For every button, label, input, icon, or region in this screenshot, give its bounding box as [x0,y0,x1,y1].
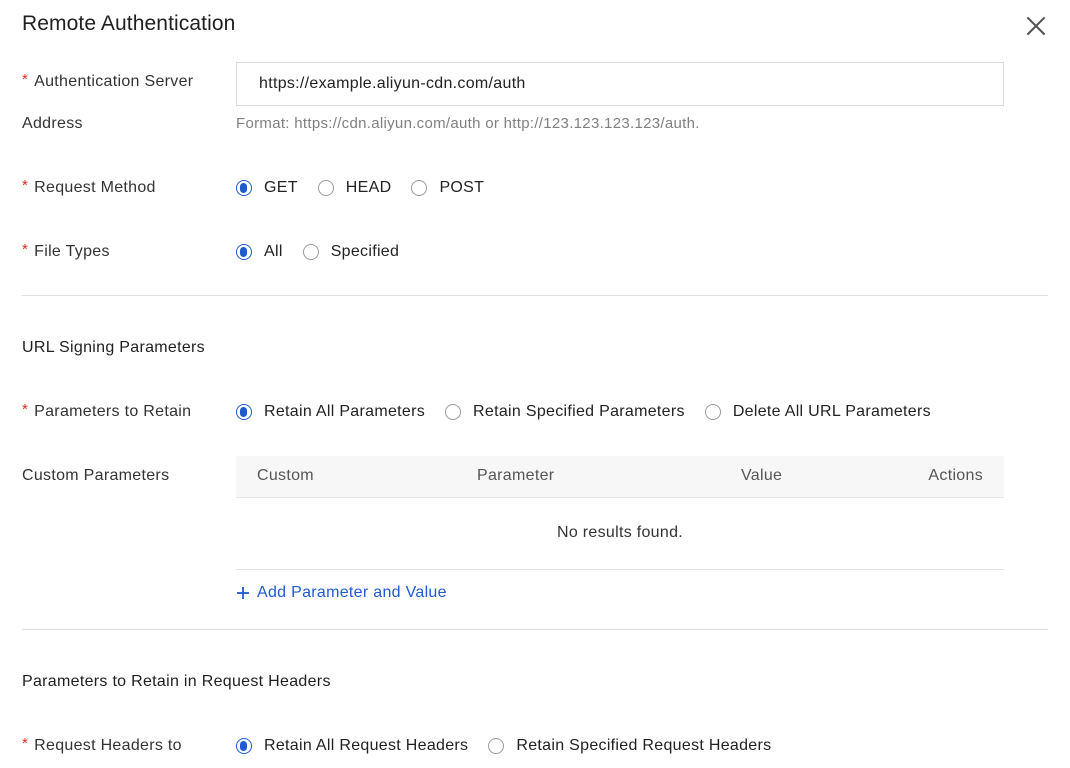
radio-retain-all-parameters[interactable]: Retain All Parameters [236,403,425,421]
dialog-title: Remote Authentication [22,12,236,35]
remote-authentication-dialog: Remote Authentication * Authentication Se… [0,0,1070,768]
add-parameter-label: Add Parameter and Value [257,584,447,601]
required-mark: * [22,241,29,258]
request-headers-section-title: Parameters to Retain in Request Headers [22,673,331,690]
radio-specified[interactable]: Specified [302,243,400,261]
url-signing-section-title: URL Signing Parameters [22,339,205,356]
radio-unchecked-icon [302,244,319,260]
required-mark: * [22,401,29,418]
radio-checked-icon [236,738,252,754]
request-headers-label: * Request Headers to [22,735,182,754]
radio-checked-icon [236,244,252,260]
required-mark: * [22,735,29,752]
empty-state-text: No results found. [556,524,684,541]
column-header-parameter: Parameter [477,467,555,484]
radio-unchecked-icon [445,404,462,420]
table-header: Custom Parameter Value Actions [236,456,1004,498]
radio-get[interactable]: GET [236,179,298,197]
required-mark: * [22,71,29,88]
close-button[interactable] [1021,11,1051,41]
request-method-label: * Request Method [22,177,156,196]
parameters-to-retain-radio-group: Retain All Parameters Retain Specified P… [236,400,951,424]
radio-retain-all-request-headers[interactable]: Retain All Request Headers [236,737,468,755]
radio-post[interactable]: POST [411,179,484,197]
radio-unchecked-icon [704,404,721,420]
plus-icon [237,587,249,599]
column-header-value: Value [741,467,783,484]
auth-server-help: Format: https://cdn.aliyun.com/auth or h… [236,115,700,132]
radio-unchecked-icon [488,738,505,754]
column-header-actions: Actions [928,467,983,484]
request-headers-radio-group: Retain All Request Headers Retain Specif… [236,734,791,758]
radio-delete-all-url-parameters[interactable]: Delete All URL Parameters [704,403,931,421]
custom-parameters-label: Custom Parameters [22,467,170,484]
table-body: No results found. [236,498,1004,570]
auth-server-label: * Authentication Server [22,71,194,90]
custom-parameters-table: Custom Parameter Value Actions No result… [236,456,1004,570]
column-header-custom: Custom [257,467,314,484]
required-mark: * [22,177,29,194]
radio-retain-specified-request-headers[interactable]: Retain Specified Request Headers [488,737,771,755]
section-divider [22,629,1048,630]
radio-head[interactable]: HEAD [317,179,392,197]
file-types-radio-group: All Specified [236,240,419,264]
radio-all[interactable]: All [236,243,283,261]
section-divider [22,295,1048,296]
close-icon [1027,17,1045,35]
radio-checked-icon [236,404,252,420]
file-types-label: * File Types [22,241,110,260]
add-parameter-link[interactable]: Add Parameter and Value [236,584,447,602]
radio-unchecked-icon [317,180,334,196]
request-method-radio-group: GET HEAD POST [236,176,504,200]
radio-retain-specified-parameters[interactable]: Retain Specified Parameters [445,403,685,421]
parameters-to-retain-label: * Parameters to Retain [22,401,192,420]
auth-server-label-continued: Address [22,115,83,132]
radio-unchecked-icon [411,180,428,196]
auth-server-input[interactable] [236,62,1004,106]
radio-checked-icon [236,180,252,196]
